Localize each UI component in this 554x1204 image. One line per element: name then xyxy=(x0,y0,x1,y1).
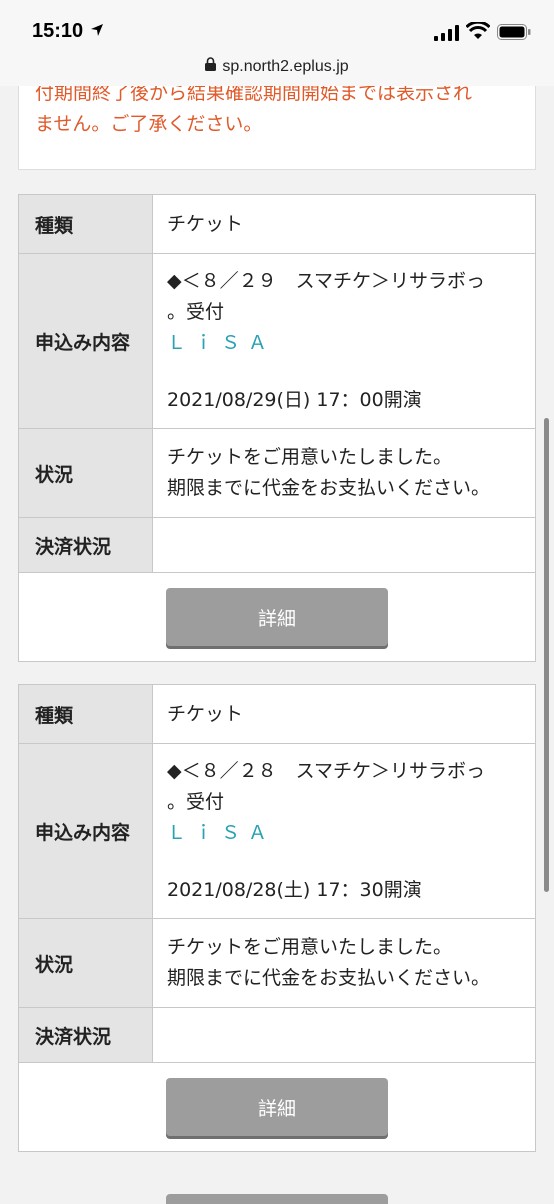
notice-line-2: ません。ご了承ください。 xyxy=(35,113,263,135)
status-time: 15:10 xyxy=(32,20,84,42)
type-label: 種類 xyxy=(19,685,153,743)
ticket-card: 種類 チケット 申込み内容 ◆＜８／２９ スマチケ＞リサラボっ 。受付 ＬｉＳＡ… xyxy=(18,194,536,662)
status-label: 状況 xyxy=(19,429,153,517)
status-row: 状況 チケットをご用意いたしました。 期限までに代金をお支払いください。 xyxy=(19,429,535,518)
payment-row: 決済状況 xyxy=(19,1008,535,1063)
status-label: 状況 xyxy=(19,919,153,1007)
scrollbar[interactable] xyxy=(544,418,549,892)
performance-date: 2021/08/29(日) 17：00開演 xyxy=(167,389,422,411)
type-row: 種類 チケット xyxy=(19,685,535,744)
type-value: チケット xyxy=(167,212,244,235)
payment-label: 決済状況 xyxy=(19,1008,153,1062)
event-title-line-2: 。受付 xyxy=(167,791,225,813)
content-label: 申込み内容 xyxy=(19,744,153,918)
detail-button[interactable]: 詳細 xyxy=(166,588,388,646)
payment-row: 決済状況 xyxy=(19,518,535,573)
lock-icon xyxy=(205,57,217,76)
status-row: 状況 チケットをご用意いたしました。 期限までに代金をお支払いください。 xyxy=(19,919,535,1008)
performance-date: 2021/08/28(土) 17：30開演 xyxy=(167,879,422,901)
ticket-card: 種類 チケット 申込み内容 ◆＜８／２８ スマチケ＞リサラボっ 。受付 ＬｉＳＡ… xyxy=(18,684,536,1152)
status-line-2: 期限までに代金をお支払いください。 xyxy=(167,967,491,989)
next-card-button-edge[interactable] xyxy=(166,1194,388,1204)
type-label: 種類 xyxy=(19,195,153,253)
status-bar: 15:10 xyxy=(0,0,554,60)
location-arrow-icon xyxy=(90,22,104,41)
event-title-line-2: 。受付 xyxy=(167,301,225,323)
event-title-line-1: ◆＜８／２９ スマチケ＞リサラボっ xyxy=(167,270,486,292)
artist-name: ＬｉＳＡ xyxy=(167,822,276,844)
status-line-1: チケットをご用意いたしました。 xyxy=(167,936,453,958)
artist-name: ＬｉＳＡ xyxy=(167,332,276,354)
notice-box: 付期間終了後から結果確認期間開始までは表示され ません。ご了承ください。 xyxy=(18,86,536,170)
type-row: 種類 チケット xyxy=(19,195,535,254)
battery-icon xyxy=(497,24,531,44)
type-value: チケット xyxy=(167,702,244,725)
payment-value xyxy=(153,1008,535,1062)
content-row: 申込み内容 ◆＜８／２８ スマチケ＞リサラボっ 。受付 ＬｉＳＡ 2021/08… xyxy=(19,744,535,919)
content-row: 申込み内容 ◆＜８／２９ スマチケ＞リサラボっ 。受付 ＬｉＳＡ 2021/08… xyxy=(19,254,535,429)
status-line-1: チケットをご用意いたしました。 xyxy=(167,446,453,468)
payment-value xyxy=(153,518,535,572)
payment-label: 決済状況 xyxy=(19,518,153,572)
detail-button[interactable]: 詳細 xyxy=(166,1078,388,1136)
notice-line-1: 付期間終了後から結果確認期間開始までは表示され xyxy=(35,86,473,104)
event-title-line-1: ◆＜８／２８ スマチケ＞リサラボっ xyxy=(167,760,486,782)
wifi-icon xyxy=(465,20,491,44)
status-line-2: 期限までに代金をお支払いください。 xyxy=(167,477,491,499)
content-label: 申込み内容 xyxy=(19,254,153,428)
address-bar[interactable]: sp.north2.eplus.jp xyxy=(0,56,554,86)
url-text: sp.north2.eplus.jp xyxy=(222,57,349,75)
cellular-signal-icon xyxy=(434,25,460,45)
